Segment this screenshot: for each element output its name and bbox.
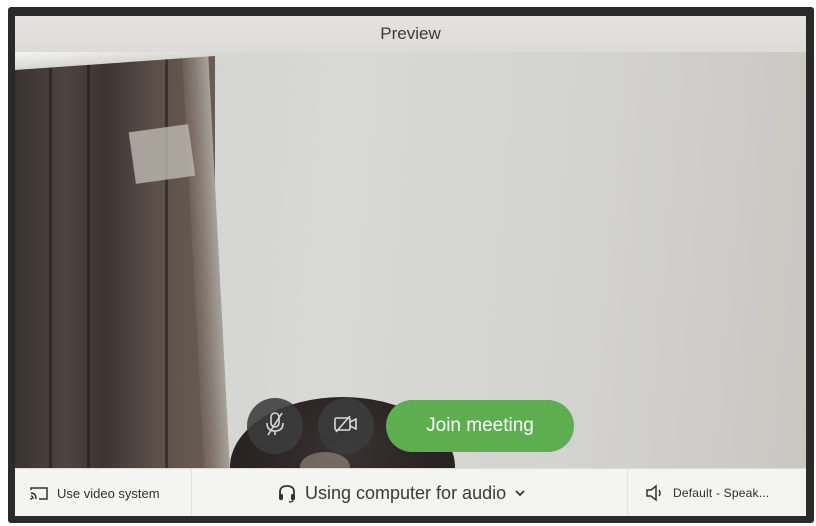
speaker-icon <box>645 484 665 502</box>
join-meeting-button[interactable]: Join meeting <box>386 400 574 452</box>
bottom-bar: Use video system Using computer for audi… <box>15 468 806 516</box>
cast-screen-icon <box>29 485 49 501</box>
window-title: Preview <box>380 24 441 43</box>
use-video-system-button[interactable]: Use video system <box>29 469 160 516</box>
preview-window: Preview Join meeting Use video system Us… <box>15 16 806 516</box>
title-bar: Preview <box>15 16 806 53</box>
chevron-down-icon <box>514 489 526 497</box>
camera-off-icon <box>333 413 359 440</box>
door-groove <box>49 52 52 468</box>
divider <box>191 469 192 516</box>
microphone-muted-icon <box>264 411 286 442</box>
speaker-label: Default - Speak... <box>673 486 770 500</box>
door-groove <box>87 52 90 468</box>
audio-connection-label: Using computer for audio <box>305 482 507 503</box>
camera-preview: Join meeting <box>15 52 806 468</box>
use-video-system-label: Use video system <box>57 485 160 501</box>
device-frame: Preview Join meeting Use video system Us… <box>8 7 814 523</box>
stop-video-button[interactable] <box>318 398 374 454</box>
audio-connection-dropdown[interactable]: Using computer for audio <box>277 469 526 516</box>
speaker-selector[interactable]: Default - Speak... <box>645 469 769 516</box>
door-groove <box>165 52 168 468</box>
note-on-door <box>128 124 196 184</box>
divider <box>627 469 628 516</box>
headset-icon <box>277 483 297 503</box>
mute-button[interactable] <box>247 398 303 454</box>
